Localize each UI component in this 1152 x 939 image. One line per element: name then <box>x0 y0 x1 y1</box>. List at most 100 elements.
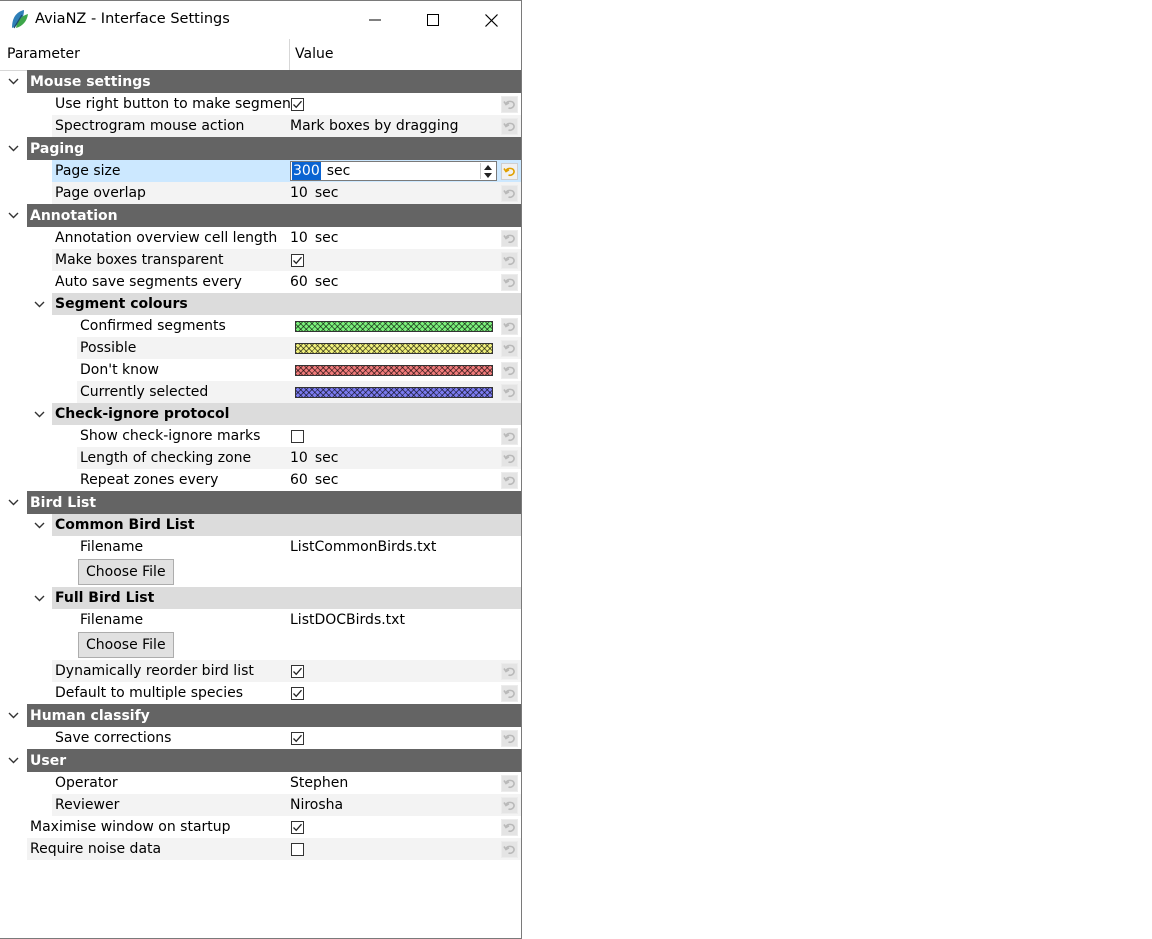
chevron-down-icon[interactable] <box>5 70 21 93</box>
minimize-button[interactable] <box>346 1 404 39</box>
tree-row-choose-file[interactable]: Choose File <box>0 631 521 660</box>
close-button[interactable] <box>462 1 520 39</box>
maximize-button[interactable] <box>404 1 462 39</box>
reset-default-icon[interactable] <box>501 841 518 858</box>
colour-swatch[interactable] <box>295 365 493 376</box>
chevron-down-icon[interactable] <box>5 491 21 514</box>
tree-row-use-right-button-to-make-segments[interactable]: Use right button to make segments <box>0 93 521 115</box>
checkbox-unchecked[interactable] <box>291 429 304 443</box>
value-cell[interactable] <box>291 816 304 838</box>
tree-row-currently-selected[interactable]: Currently selected <box>0 381 521 403</box>
number-value[interactable]: 60 sec <box>290 271 338 293</box>
chevron-down-icon[interactable] <box>5 749 21 772</box>
reset-default-icon[interactable] <box>501 685 518 702</box>
chevron-down-icon[interactable] <box>5 704 21 727</box>
reset-default-icon[interactable] <box>501 819 518 836</box>
tree-row-show-check-ignore-marks[interactable]: Show check-ignore marks <box>0 425 521 447</box>
choose-file-button[interactable]: Choose File <box>78 559 174 585</box>
value-cell[interactable] <box>291 682 304 704</box>
chevron-down-icon[interactable] <box>31 403 47 425</box>
tree-row-don-t-know[interactable]: Don't know <box>0 359 521 381</box>
reset-default-icon[interactable] <box>501 472 518 489</box>
checkbox-checked[interactable] <box>291 686 304 700</box>
minimize-icon <box>369 19 381 21</box>
checkbox-checked[interactable] <box>291 664 304 678</box>
page-size-spinbox[interactable]: 300 sec <box>290 161 497 181</box>
tree-row-filename[interactable]: Filename ListCommonBirds.txt <box>0 536 521 558</box>
reset-default-icon[interactable] <box>501 797 518 814</box>
chevron-down-icon[interactable] <box>5 204 21 227</box>
filename-value[interactable]: ListDOCBirds.txt <box>290 609 405 631</box>
reset-default-icon[interactable] <box>501 663 518 680</box>
number-value[interactable]: 10 sec <box>290 182 338 204</box>
reset-default-icon[interactable] <box>501 274 518 291</box>
tree-row-require-noise-data[interactable]: Require noise data <box>0 838 521 860</box>
tree-row-maximise-window-on-startup[interactable]: Maximise window on startup <box>0 816 521 838</box>
tree-row-repeat-zones-every[interactable]: Repeat zones every 60 sec <box>0 469 521 491</box>
parameter-label: Auto save segments every <box>55 274 242 290</box>
checkbox-checked[interactable] <box>291 253 304 267</box>
tree-row-make-boxes-transparent[interactable]: Make boxes transparent <box>0 249 521 271</box>
colour-swatch[interactable] <box>295 321 493 332</box>
tree-row-operator[interactable]: Operator Stephen <box>0 772 521 794</box>
value-cell[interactable] <box>291 838 304 860</box>
value-cell[interactable] <box>291 93 304 115</box>
reset-default-icon[interactable] <box>501 96 518 113</box>
tree-row-confirmed-segments[interactable]: Confirmed segments <box>0 315 521 337</box>
text-value[interactable]: Nirosha <box>290 794 343 816</box>
reset-default-icon[interactable] <box>501 340 518 357</box>
text-value[interactable]: Mark boxes by dragging <box>290 115 458 137</box>
tree-row-default-to-multiple-species[interactable]: Default to multiple species <box>0 682 521 704</box>
reset-default-icon[interactable] <box>501 428 518 445</box>
reset-default-icon[interactable] <box>501 362 518 379</box>
tree-row-save-corrections[interactable]: Save corrections <box>0 727 521 749</box>
value-cell[interactable] <box>291 660 304 682</box>
tree-row-filename[interactable]: Filename ListDOCBirds.txt <box>0 609 521 631</box>
tree-row-reviewer[interactable]: Reviewer Nirosha <box>0 794 521 816</box>
number-value[interactable]: 10 sec <box>290 447 338 469</box>
header-parameter[interactable]: Parameter <box>0 39 290 70</box>
reset-default-icon[interactable] <box>501 384 518 401</box>
parameter-label: Save corrections <box>55 730 172 746</box>
reset-default-icon[interactable] <box>501 775 518 792</box>
value-cell[interactable] <box>291 249 304 271</box>
number-value[interactable]: 60 sec <box>290 469 338 491</box>
colour-swatch[interactable] <box>295 387 493 398</box>
value-cell[interactable] <box>291 727 304 749</box>
reset-default-icon[interactable] <box>501 185 518 202</box>
colour-swatch[interactable] <box>295 343 493 354</box>
checkbox-checked[interactable] <box>291 820 304 834</box>
reset-default-icon[interactable] <box>501 318 518 335</box>
number-value[interactable]: 10 sec <box>290 227 338 249</box>
reset-default-icon[interactable] <box>501 230 518 247</box>
tree-row-annotation-overview-cell-length[interactable]: Annotation overview cell length 10 sec <box>0 227 521 249</box>
window-title: AviaNZ - Interface Settings <box>35 11 230 27</box>
tree-row-page-size[interactable]: Page size 300 sec <box>0 160 521 182</box>
reset-default-icon[interactable] <box>501 730 518 747</box>
filename-value[interactable]: ListCommonBirds.txt <box>290 536 436 558</box>
title-bar[interactable]: AviaNZ - Interface Settings <box>0 1 521 39</box>
tree-row-dynamically-reorder-bird-list[interactable]: Dynamically reorder bird list <box>0 660 521 682</box>
reset-default-icon[interactable] <box>501 118 518 135</box>
chevron-down-icon[interactable] <box>31 587 47 609</box>
chevron-down-icon[interactable] <box>31 514 47 536</box>
spinbox-arrows[interactable] <box>480 163 495 179</box>
choose-file-button[interactable]: Choose File <box>78 632 174 658</box>
reset-default-icon[interactable] <box>501 450 518 467</box>
checkbox-unchecked[interactable] <box>291 842 304 856</box>
value-cell[interactable] <box>291 425 304 447</box>
chevron-down-icon[interactable] <box>31 293 47 315</box>
reset-default-icon[interactable] <box>501 252 518 269</box>
tree-row-possible[interactable]: Possible <box>0 337 521 359</box>
tree-row-choose-file[interactable]: Choose File <box>0 558 521 587</box>
tree-row-spectrogram-mouse-action[interactable]: Spectrogram mouse action Mark boxes by dr… <box>0 115 521 137</box>
tree-row-auto-save-segments-every[interactable]: Auto save segments every 60 sec <box>0 271 521 293</box>
checkbox-checked[interactable] <box>291 97 304 111</box>
tree-row-page-overlap[interactable]: Page overlap 10 sec <box>0 182 521 204</box>
text-value[interactable]: Stephen <box>290 772 348 794</box>
reset-default-icon[interactable] <box>501 163 518 180</box>
checkbox-checked[interactable] <box>291 731 304 745</box>
header-value[interactable]: Value <box>290 39 333 70</box>
chevron-down-icon[interactable] <box>5 137 21 160</box>
tree-row-length-of-checking-zone[interactable]: Length of checking zone 10 sec <box>0 447 521 469</box>
